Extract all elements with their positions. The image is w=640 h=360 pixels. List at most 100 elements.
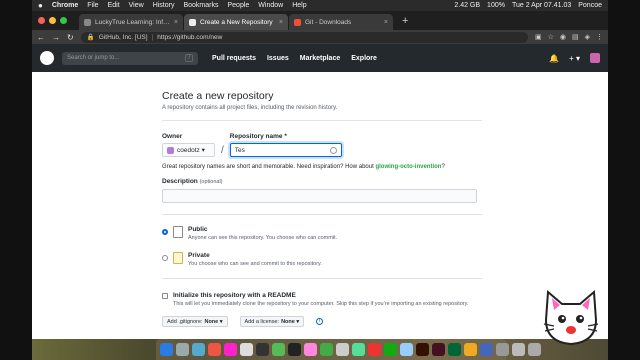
app-icon[interactable] (272, 343, 285, 356)
launchpad-icon[interactable] (176, 343, 189, 356)
repo-name-input[interactable]: Tes (229, 143, 342, 157)
app-icon[interactable] (320, 343, 333, 356)
repo-book-icon (173, 226, 183, 238)
battery-status[interactable]: 100% (487, 2, 505, 9)
github-logo-icon[interactable] (40, 51, 54, 65)
nav-pull-requests[interactable]: Pull requests (212, 55, 256, 62)
private-title[interactable]: Private (188, 252, 322, 259)
nav-issues[interactable]: Issues (267, 55, 289, 62)
divider (162, 278, 482, 279)
app-icon[interactable] (256, 343, 269, 356)
info-icon[interactable]: i (316, 318, 324, 325)
tab-close-icon[interactable]: × (174, 19, 178, 26)
app-icon[interactable] (336, 343, 349, 356)
avatar[interactable] (590, 53, 600, 63)
dreamweaver-icon[interactable] (448, 343, 461, 356)
settings-icon[interactable] (496, 343, 509, 356)
address-toolbar: ← → ↻ 🔒 GitHub, Inc. [US] | https://gith… (32, 30, 608, 44)
chrome-icon[interactable] (480, 343, 493, 356)
lock-icon[interactable]: 🔒 (87, 33, 95, 41)
finder-icon[interactable] (160, 343, 173, 356)
menu-chrome[interactable]: Chrome (52, 2, 78, 9)
nav-marketplace[interactable]: Marketplace (300, 55, 340, 62)
tab-favicon-icon (84, 18, 91, 26)
app-icon[interactable] (400, 343, 413, 356)
menu-bookmarks[interactable]: Bookmarks (183, 2, 218, 9)
description-input[interactable] (162, 189, 477, 203)
app-icon[interactable] (368, 343, 381, 356)
safari-icon[interactable] (192, 343, 205, 356)
menu-people[interactable]: People (227, 2, 249, 9)
url-text[interactable]: https://github.com/new (157, 34, 222, 41)
nav-explore[interactable]: Explore (351, 55, 377, 62)
app-icon[interactable] (208, 343, 221, 356)
create-new-menu[interactable]: + ▾ (569, 54, 580, 63)
extension-icon[interactable]: ▤ (572, 33, 579, 41)
app-icon[interactable] (464, 343, 477, 356)
name-hint: Great repository names are short and mem… (162, 164, 482, 170)
readme-option-text: Initialize this repository with a README… (173, 292, 469, 307)
window-controls (38, 11, 67, 30)
app-icon[interactable] (224, 343, 237, 356)
availability-icon (329, 146, 337, 154)
memory-status[interactable]: 2.42 GB (454, 2, 480, 9)
apple-icon[interactable]: ● (38, 1, 43, 10)
readme-checkbox[interactable] (162, 293, 168, 299)
license-select[interactable]: Add a license: None ▾ (239, 316, 305, 327)
public-radio[interactable] (162, 229, 168, 235)
gitignore-select[interactable]: Add .gitignore: None ▾ (162, 316, 228, 327)
owner-select[interactable]: coedotz ▾ (162, 143, 215, 157)
tab-title: Git - Downloads (305, 18, 352, 26)
notifications-bell-icon[interactable]: 🔔 (549, 54, 559, 63)
minimize-window-icon[interactable] (49, 17, 56, 24)
extension-icon[interactable]: ◉ (560, 33, 566, 41)
public-title[interactable]: Public (188, 226, 337, 233)
name-suggestion-link[interactable]: glowing-octo-invention (375, 164, 441, 170)
app-icon[interactable] (352, 343, 365, 356)
clock[interactable]: Tue 2 Apr 07.41.03 (512, 2, 571, 9)
menu-window[interactable]: Window (258, 2, 283, 9)
terminal-icon[interactable] (288, 343, 301, 356)
omnibox[interactable]: 🔒 GitHub, Inc. [US] | https://github.com… (80, 31, 528, 43)
github-header-actions: 🔔 + ▾ (549, 53, 600, 63)
forward-icon[interactable]: → (52, 33, 60, 42)
readme-title[interactable]: Initialize this repository with a README (173, 292, 469, 299)
extension-icon[interactable]: ◈ (585, 33, 590, 41)
reload-icon[interactable]: ↻ (67, 33, 74, 42)
illustrator-icon[interactable] (432, 343, 445, 356)
bookmark-star-icon[interactable]: ☆ (548, 33, 554, 41)
menu-view[interactable]: View (129, 2, 144, 9)
translate-icon[interactable]: ▣ (535, 33, 542, 41)
photoshop-icon[interactable] (416, 343, 429, 356)
private-radio[interactable] (162, 255, 168, 261)
downloads-icon[interactable] (512, 343, 525, 356)
chrome-menu-icon[interactable]: ⋮ (596, 33, 603, 41)
owner-label: Owner (162, 133, 183, 140)
new-tab-button[interactable]: + (394, 14, 416, 30)
search-placeholder: Search or jump to... (67, 55, 120, 61)
menu-edit[interactable]: Edit (108, 2, 120, 9)
app-icon[interactable] (304, 343, 317, 356)
tab-create-repository[interactable]: Create a New Repository × (184, 14, 288, 30)
page-title: Create a new repository (162, 90, 274, 102)
user-menu[interactable]: Poncoe (578, 2, 602, 9)
tab-close-icon[interactable]: × (384, 19, 388, 26)
zoom-window-icon[interactable] (60, 17, 67, 24)
tab-luckytrue[interactable]: LuckyTrue Learning: Informasi × (79, 14, 183, 30)
menu-file[interactable]: File (87, 2, 98, 9)
tab-git-downloads[interactable]: Git - Downloads × (289, 14, 393, 30)
owner-repo-slash: / (221, 145, 224, 156)
tab-close-icon[interactable]: × (279, 19, 283, 26)
visibility-public: Public Anyone can see this repository. Y… (162, 226, 482, 241)
description-label: Description (optional) (162, 178, 482, 185)
menu-help[interactable]: Help (292, 2, 306, 9)
search-input[interactable]: Search or jump to... / (62, 51, 198, 65)
public-description: Anyone can see this repository. You choo… (188, 235, 338, 241)
app-icon[interactable] (384, 343, 397, 356)
calendar-icon[interactable] (240, 343, 253, 356)
mac-dock (156, 339, 541, 360)
close-window-icon[interactable] (38, 17, 45, 24)
public-option-text: Public Anyone can see this repository. Y… (188, 226, 337, 241)
menu-history[interactable]: History (153, 2, 175, 9)
back-icon[interactable]: ← (37, 33, 45, 42)
